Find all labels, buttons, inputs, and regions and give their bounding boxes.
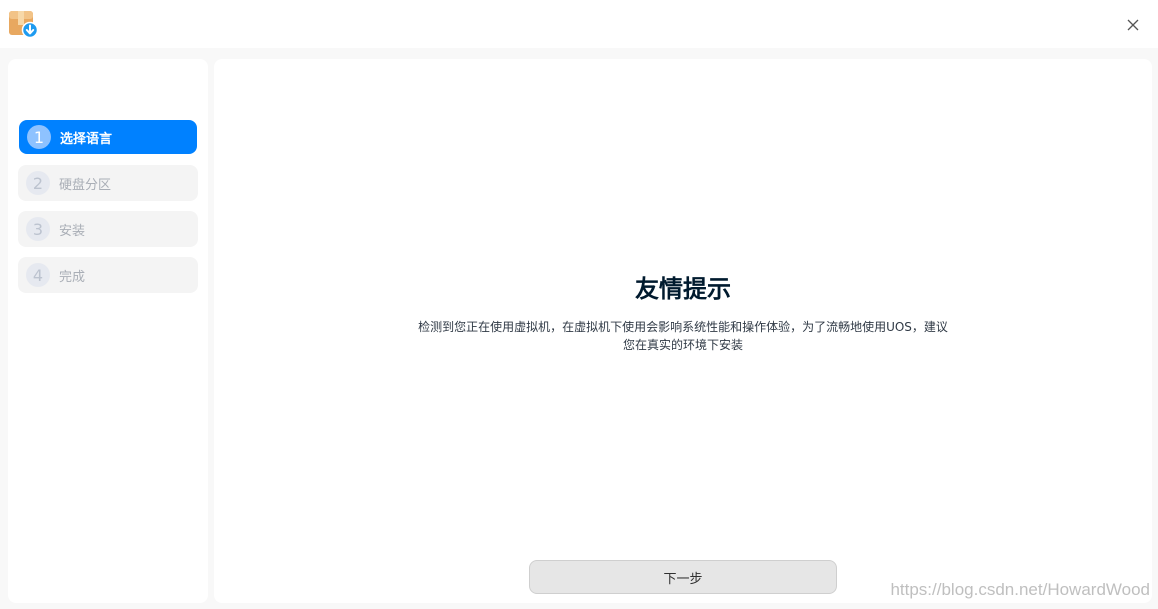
description-line: 您在真实的环境下安装 [622, 338, 743, 352]
step-label: 硬盘分区 [59, 177, 112, 193]
warning-description: 检测到您正在使用虚拟机，在虚拟机下使用会影响系统性能和操作体验，为了流畅地使用U… [408, 318, 958, 354]
description-line: 检测到您正在使用虚拟机，在虚拟机下使用会影响系统性能和操作体验，为了流畅地使用U… [418, 320, 948, 334]
step-number: 3 [26, 217, 50, 241]
close-button[interactable] [1122, 14, 1144, 36]
watermark: https://blog.csdn.net/HowardWood [890, 580, 1150, 599]
step-install[interactable]: 3 安装 [18, 211, 198, 247]
page-title: 友情提示 [635, 275, 731, 303]
main-panel: 友情提示 检测到您正在使用虚拟机，在虚拟机下使用会影响系统性能和操作体验，为了流… [214, 59, 1152, 603]
step-disk-partition[interactable]: 2 硬盘分区 [18, 165, 198, 201]
step-number: 2 [26, 171, 50, 195]
step-finish[interactable]: 4 完成 [18, 257, 198, 293]
next-button[interactable]: 下一步 [529, 560, 837, 594]
step-number: 4 [26, 263, 50, 287]
title-bar [0, 0, 1158, 48]
installer-package-icon [8, 10, 39, 39]
steps-sidebar: 1 选择语言 2 硬盘分区 3 安装 4 完成 [8, 59, 208, 603]
step-label: 完成 [59, 269, 86, 285]
close-icon [1127, 19, 1139, 31]
step-label: 选择语言 [60, 131, 113, 147]
step-number: 1 [27, 125, 51, 149]
step-label: 安装 [59, 223, 86, 239]
step-select-language[interactable]: 1 选择语言 [19, 120, 197, 154]
